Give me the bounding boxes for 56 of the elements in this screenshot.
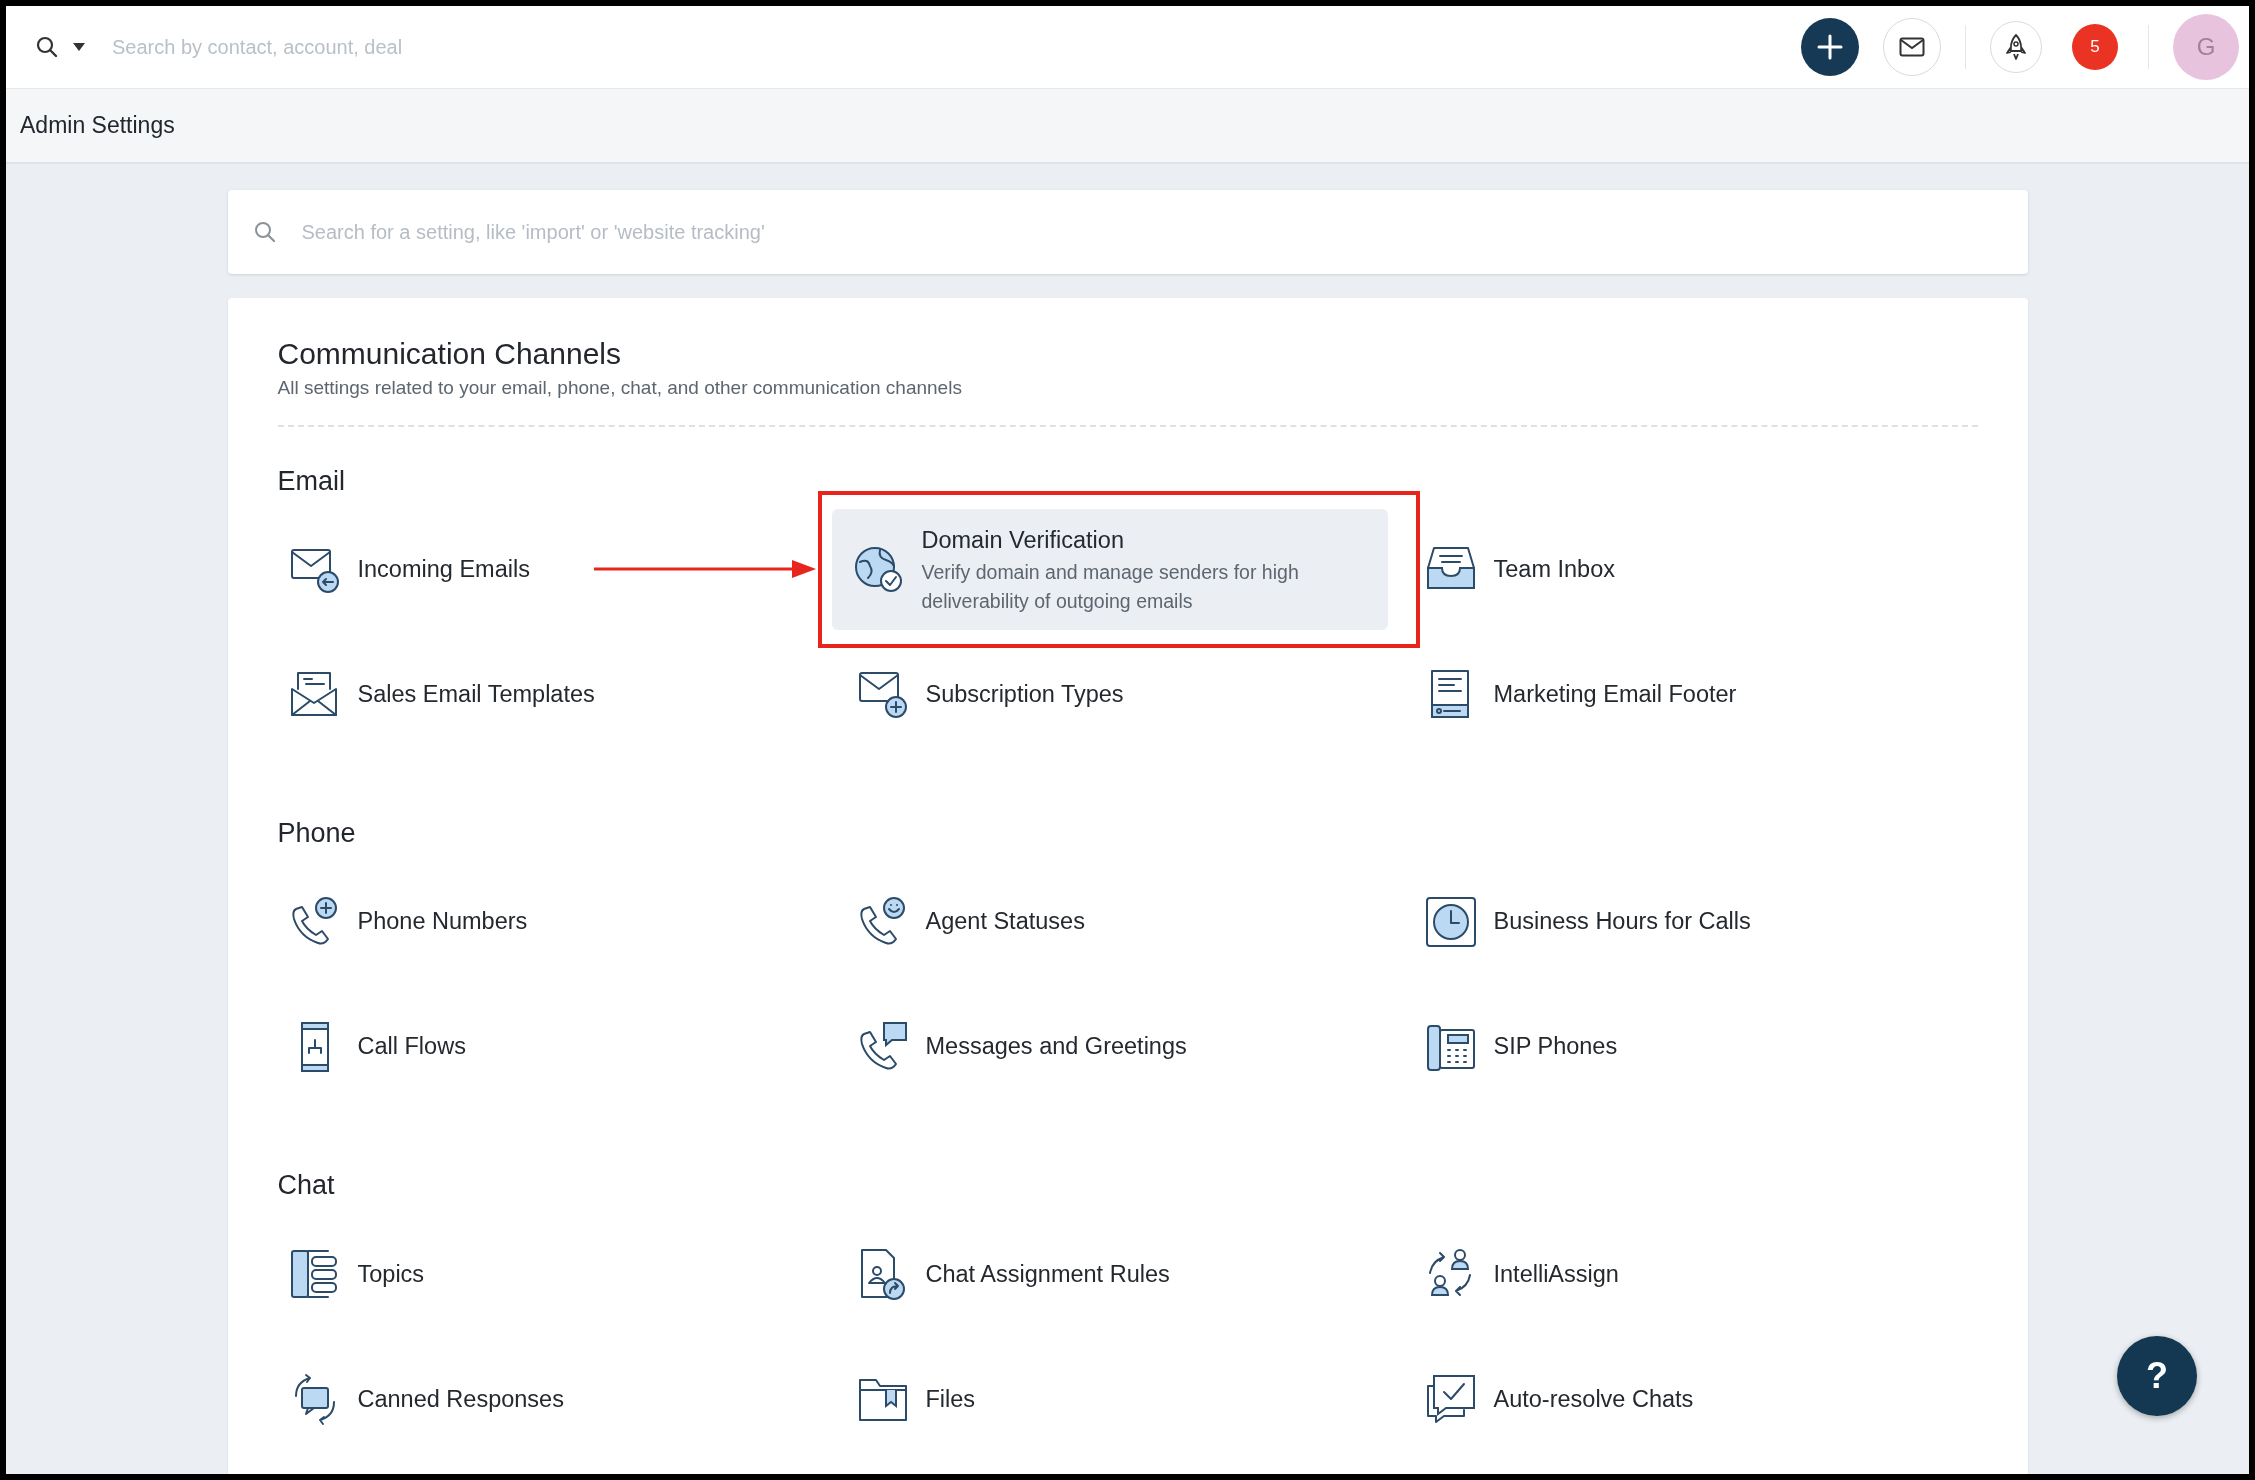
rocket-icon xyxy=(2006,34,2026,60)
search-icon xyxy=(36,36,58,58)
plus-icon xyxy=(1817,34,1843,60)
settings-link-description: Verify domain and manage senders for high deliverability of outgoing emails xyxy=(921,559,1300,614)
settings-link[interactable]: Team Inbox xyxy=(1413,506,1625,632)
settings-link[interactable]: Topics xyxy=(277,1211,435,1337)
add-button[interactable] xyxy=(1801,18,1859,76)
settings-link-title: Domain Verification xyxy=(921,525,1125,555)
settings-link-label: Files xyxy=(925,1384,976,1414)
settings-link[interactable]: Messages and Greetings xyxy=(845,984,1197,1110)
settings-link[interactable]: Files xyxy=(845,1336,986,1462)
settings-link-label: SIP Phones xyxy=(1493,1032,1618,1062)
settings-search-field[interactable]: Search for a setting, like 'import' or 'website tracking' xyxy=(227,190,2028,274)
envelope-icon xyxy=(1899,37,1925,57)
settings-link[interactable]: Sales Email Templates xyxy=(277,631,605,757)
settings-link[interactable]: Auto-resolve Chats xyxy=(1413,1336,1704,1462)
settings-link[interactable]: Business Hours for Calls xyxy=(1413,859,1761,985)
settings-link[interactable]: Agent Statuses xyxy=(845,859,1095,985)
settings-link-label: Marketing Email Footer xyxy=(1493,679,1737,709)
settings-link[interactable]: Call Flows xyxy=(277,984,476,1110)
settings-link-label: Incoming Emails xyxy=(357,554,530,584)
settings-link-label: Messages and Greetings xyxy=(925,1032,1187,1062)
search-icon xyxy=(253,221,276,243)
settings-link[interactable]: Subscription Types xyxy=(845,631,1134,757)
rocket-button[interactable] xyxy=(1990,21,2042,73)
settings-link-label: Phone Numbers xyxy=(357,907,528,937)
section-title: Phone xyxy=(277,816,357,850)
settings-link-label: Auto-resolve Chats xyxy=(1493,1384,1694,1414)
settings-link[interactable]: Marketing Email Footer xyxy=(1413,631,1747,757)
settings-link-label: Call Flows xyxy=(357,1032,466,1062)
settings-link[interactable]: Domain Verification Verify domain and manage senders for high deliverability of outgoing emails xyxy=(831,508,1388,631)
settings-link[interactable]: Chat Assignment Rules xyxy=(845,1211,1180,1337)
settings-link-label: Business Hours for Calls xyxy=(1493,907,1751,937)
notification-badge[interactable]: 5 xyxy=(2072,24,2118,70)
settings-link[interactable]: Phone Numbers xyxy=(277,859,538,985)
panel-subtitle: All settings related to your email, phone, chat, and other communication channels xyxy=(277,376,963,400)
settings-link[interactable]: SIP Phones xyxy=(1413,984,1628,1110)
settings-link-label: Canned Responses xyxy=(357,1384,564,1414)
settings-link-label: Sales Email Templates xyxy=(357,679,595,709)
caret-icon xyxy=(72,42,86,52)
settings-link[interactable]: IntelliAssign xyxy=(1413,1211,1629,1337)
clock-icon xyxy=(1423,894,1478,949)
help-button[interactable]: ? xyxy=(2117,1336,2197,1416)
settings-link-label: Agent Statuses xyxy=(925,907,1085,937)
settings-link-label: Chat Assignment Rules xyxy=(925,1259,1170,1289)
settings-link[interactable]: Canned Responses xyxy=(277,1336,574,1462)
section-title: Email xyxy=(277,464,346,497)
settings-link-label: Team Inbox xyxy=(1493,554,1615,584)
page-title: Admin Settings xyxy=(20,111,175,141)
section-title: Chat xyxy=(277,1169,336,1202)
search-field[interactable]: Search by contact, account, deal xyxy=(110,31,810,63)
settings-link[interactable]: Incoming Emails xyxy=(277,506,540,632)
settings-link-label: Subscription Types xyxy=(925,679,1124,709)
panel-title: Communication Channels xyxy=(277,336,622,372)
settings-link-label: Topics xyxy=(357,1259,425,1289)
settings-link-label: IntelliAssign xyxy=(1493,1259,1619,1289)
